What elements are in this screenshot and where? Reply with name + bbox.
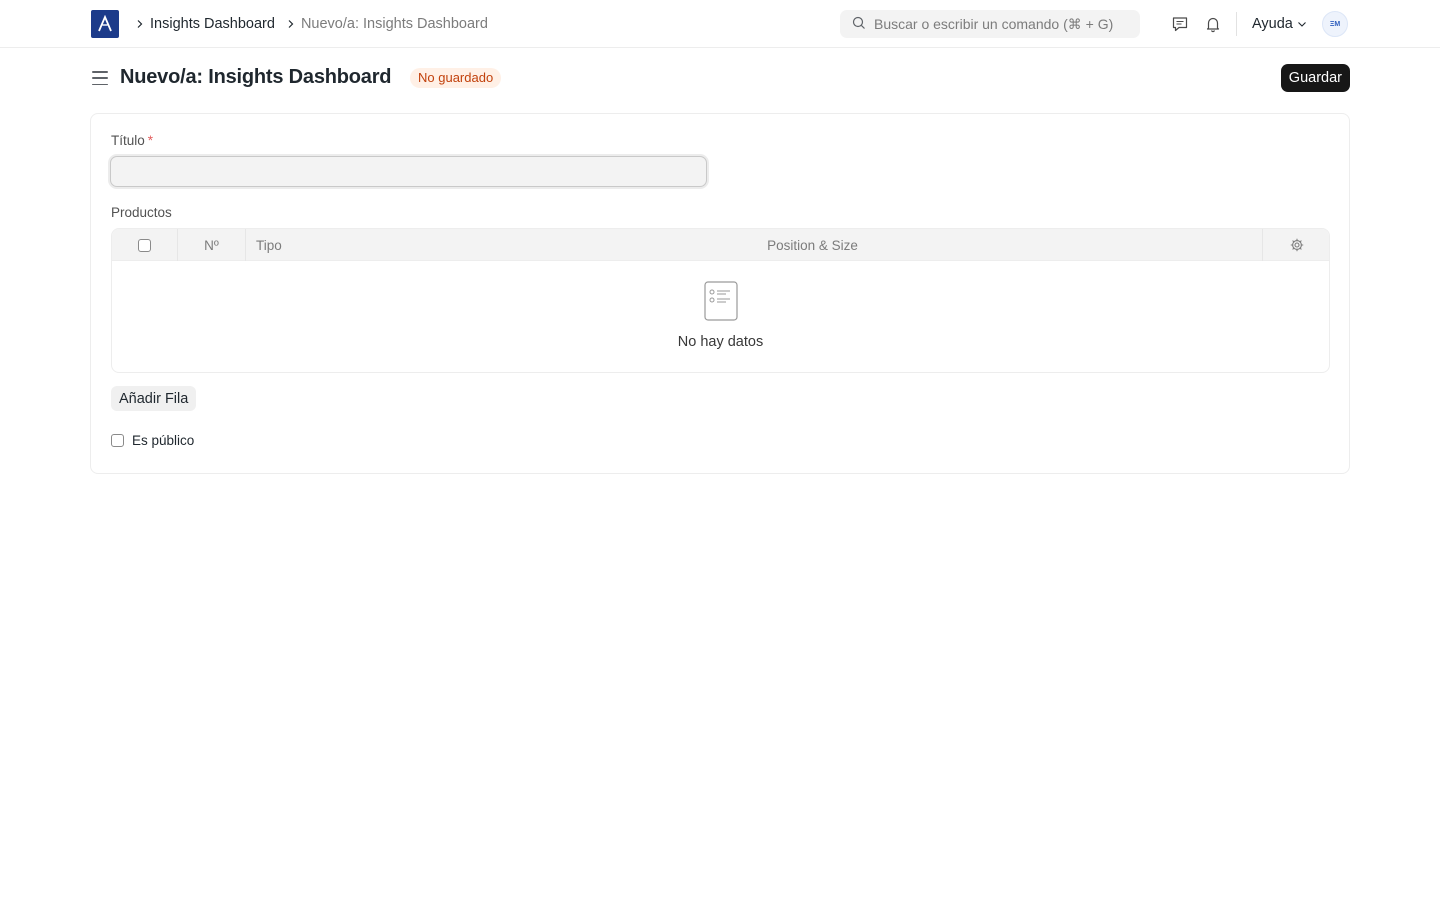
products-table: Nº Tipo Position & Size No hay datos <box>111 228 1330 373</box>
navbar-divider <box>1236 12 1237 36</box>
column-header-number: Nº <box>177 229 245 261</box>
select-all-cell <box>112 229 177 261</box>
is-public-checkbox[interactable] <box>111 433 124 447</box>
help-menu[interactable]: Ayuda <box>1252 0 1307 48</box>
avatar[interactable]: ΞΜ <box>1322 11 1348 37</box>
form-card: Título * Productos Nº Tipo Position & Siz… <box>90 113 1350 474</box>
select-all-checkbox[interactable] <box>138 238 151 252</box>
status-badge: No guardado <box>410 68 502 88</box>
help-label: Ayuda <box>1252 16 1293 32</box>
sidebar-toggle-icon[interactable] <box>92 69 108 87</box>
chevron-right-icon <box>283 16 299 32</box>
chevron-right-icon <box>132 16 148 32</box>
is-public-field[interactable]: Es público <box>111 432 194 448</box>
logo-icon <box>98 15 112 32</box>
is-public-label: Es público <box>132 432 195 448</box>
page-title: Nuevo/a: Insights Dashboard <box>120 66 392 88</box>
save-button[interactable]: Guardar <box>1280 64 1350 92</box>
required-mark: * <box>147 133 154 148</box>
breadcrumb-item-insights-dashboard[interactable]: Insights Dashboard <box>150 16 275 32</box>
search-bar[interactable] <box>840 10 1140 38</box>
bell-icon[interactable] <box>1203 14 1223 34</box>
column-header-type: Tipo <box>245 229 363 261</box>
search-icon <box>852 16 866 33</box>
column-header-position-size: Position & Size <box>767 237 858 253</box>
breadcrumb-item-current[interactable]: Nuevo/a: Insights Dashboard <box>301 16 488 32</box>
column-settings-button[interactable] <box>1262 229 1329 261</box>
empty-state: No hay datos <box>112 261 1329 372</box>
add-row-button[interactable]: Añadir Fila <box>111 386 197 411</box>
title-field-label: Título * <box>111 133 154 148</box>
products-field-label: Productos <box>111 205 172 220</box>
gear-icon <box>1290 238 1303 252</box>
chevron-down-icon <box>1297 19 1307 29</box>
title-input[interactable] <box>110 156 707 187</box>
app-logo[interactable] <box>91 10 119 38</box>
empty-state-text: No hay datos <box>677 334 764 350</box>
navbar: Insights Dashboard Nuevo/a: Insights Das… <box>0 0 1440 48</box>
chat-icon[interactable] <box>1170 14 1190 34</box>
page-header: Nuevo/a: Insights Dashboard No guardado … <box>90 60 1350 96</box>
empty-list-icon <box>703 281 738 324</box>
breadcrumb: Insights Dashboard Nuevo/a: Insights Das… <box>132 0 496 48</box>
search-input[interactable] <box>874 16 1134 32</box>
table-header: Nº Tipo Position & Size <box>112 229 1329 261</box>
